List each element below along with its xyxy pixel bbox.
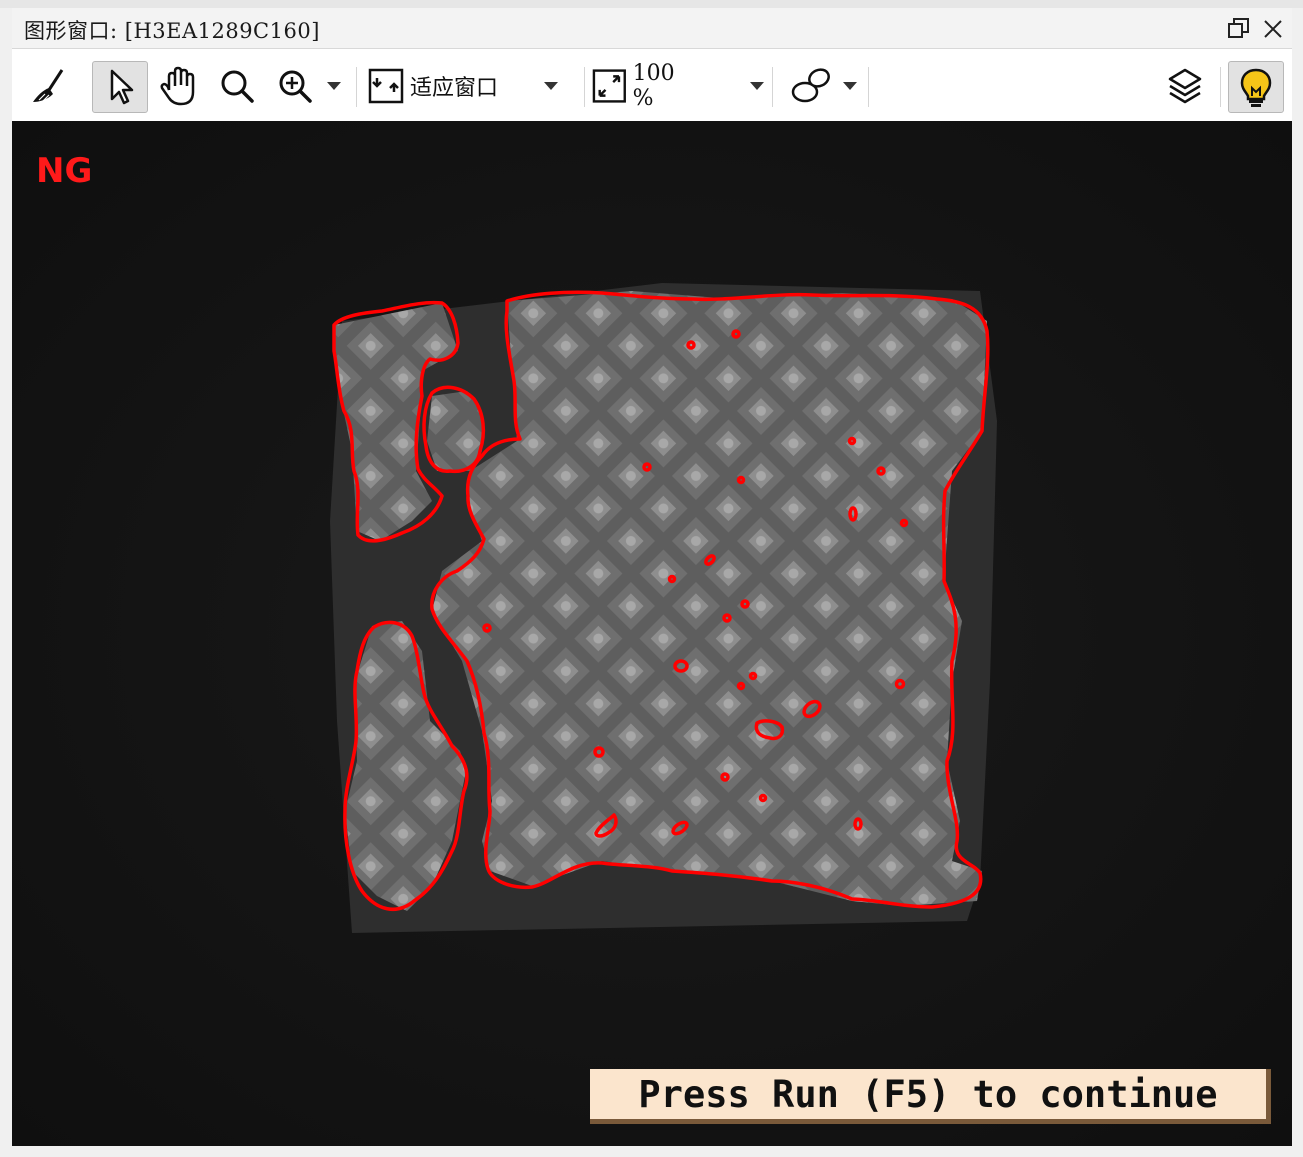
zoom-dropdown-caret[interactable] bbox=[327, 82, 341, 90]
broom-icon bbox=[33, 69, 64, 102]
separator bbox=[356, 67, 357, 107]
fit-window-icon bbox=[368, 68, 404, 104]
hand-icon bbox=[160, 66, 195, 106]
inspection-status: NG bbox=[36, 151, 93, 191]
zoom-level-dropdown[interactable]: 100 % bbox=[592, 61, 764, 111]
zoom-level-icon bbox=[592, 69, 626, 103]
magnifier-button[interactable] bbox=[214, 61, 260, 111]
layers-button[interactable] bbox=[1160, 61, 1210, 111]
ellipses-icon bbox=[791, 68, 830, 103]
shape-dropdown-caret[interactable] bbox=[843, 82, 857, 90]
top-strip bbox=[0, 0, 1303, 8]
lightbulb-icon bbox=[1240, 68, 1272, 107]
separator bbox=[584, 67, 585, 107]
pan-tool-button[interactable] bbox=[154, 61, 204, 111]
fit-window-dropdown[interactable]: 适应窗口 bbox=[368, 61, 588, 111]
window-edge-right bbox=[1292, 8, 1303, 1146]
window-edge-left bbox=[0, 8, 12, 1146]
zoom-in-button[interactable] bbox=[270, 61, 346, 111]
pointer-icon bbox=[110, 69, 134, 105]
separator bbox=[772, 67, 773, 107]
layers-icon bbox=[1168, 68, 1202, 104]
zoom-level-caret[interactable] bbox=[750, 82, 764, 90]
hint-button[interactable] bbox=[1228, 61, 1284, 113]
fit-dropdown-caret[interactable] bbox=[544, 82, 559, 90]
close-icon bbox=[1264, 20, 1282, 38]
shape-tool-button[interactable] bbox=[784, 61, 862, 111]
separator bbox=[1220, 67, 1221, 107]
image-canvas[interactable]: NG Press Run (F5) to continue bbox=[12, 121, 1292, 1146]
magnifier-icon bbox=[221, 70, 254, 103]
select-tool-button[interactable] bbox=[92, 61, 148, 113]
close-button[interactable] bbox=[1258, 14, 1288, 44]
continue-prompt: Press Run (F5) to continue bbox=[590, 1069, 1271, 1124]
restore-button[interactable] bbox=[1224, 14, 1254, 44]
window-title: 图形窗口: [H3EA1289C160] bbox=[24, 19, 320, 43]
zoom-level-value: 100 % bbox=[632, 61, 675, 111]
zoom-in-icon bbox=[279, 70, 312, 103]
window-titlebar: 图形窗口: [H3EA1289C160] bbox=[12, 8, 1292, 48]
restore-icon bbox=[1228, 18, 1249, 38]
clear-button[interactable] bbox=[26, 61, 72, 111]
bottom-strip bbox=[0, 1146, 1303, 1157]
toolbar: 适应窗口 100 % bbox=[12, 48, 1292, 122]
inspection-image bbox=[12, 121, 1292, 1146]
separator bbox=[868, 67, 869, 107]
fit-window-label: 适应窗口 bbox=[410, 76, 499, 101]
